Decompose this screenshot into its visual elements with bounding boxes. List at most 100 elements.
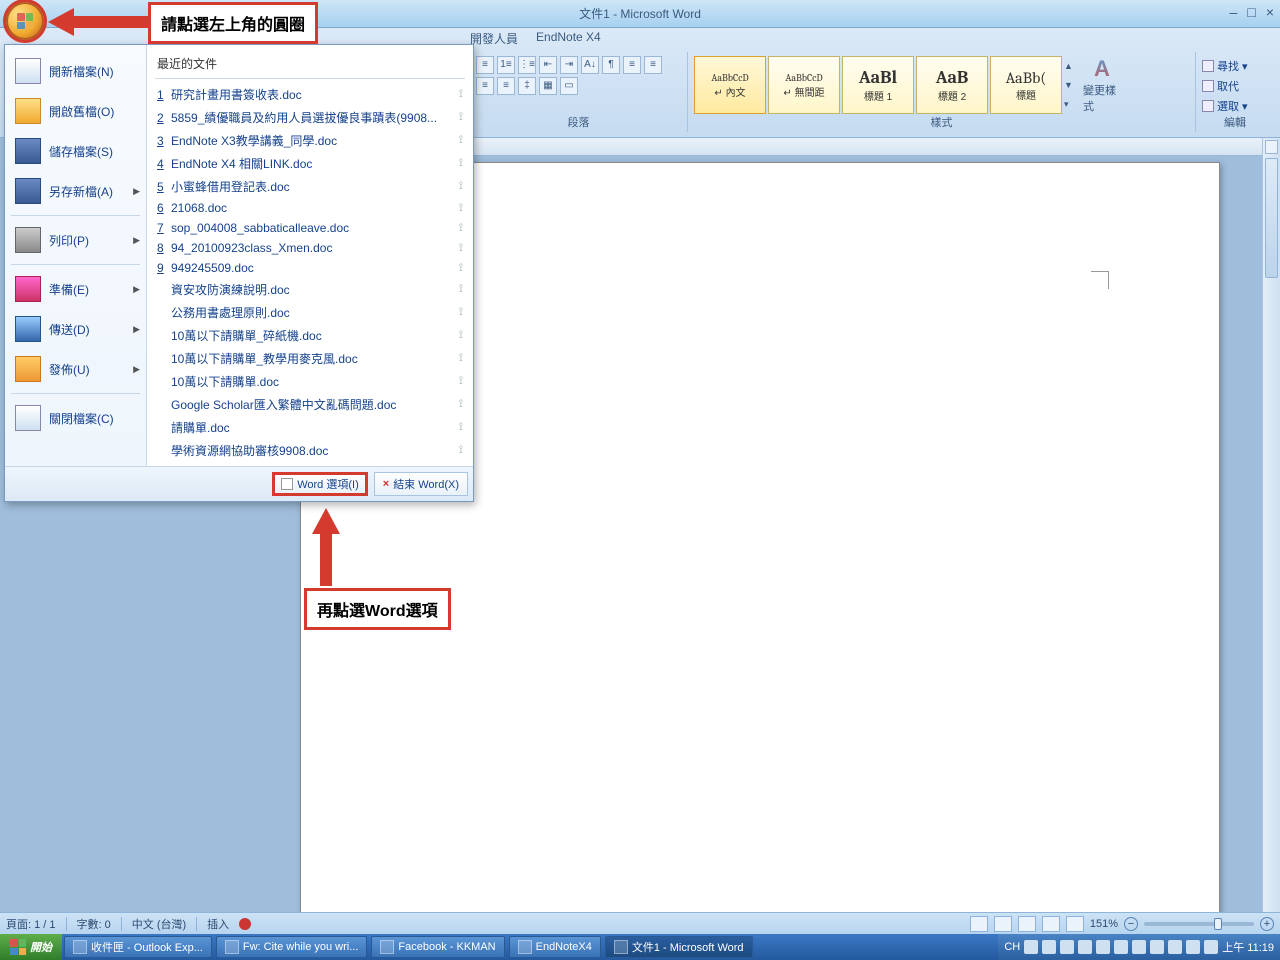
align-right-icon[interactable]: ≡	[476, 77, 494, 95]
menu-prepare[interactable]: 準備(E)▶	[5, 269, 146, 309]
find-button[interactable]: 尋找 ▾	[1202, 58, 1266, 74]
tray-icon[interactable]	[1060, 940, 1074, 954]
menu-new[interactable]: 開新檔案(N)	[5, 51, 146, 91]
style-title[interactable]: AaBb(標題	[990, 56, 1062, 114]
zoom-slider[interactable]	[1144, 922, 1254, 926]
close-button[interactable]: ×	[1266, 4, 1274, 20]
sort-icon[interactable]: A↓	[581, 56, 599, 74]
zoom-out-button[interactable]: −	[1124, 917, 1138, 931]
tray-icon[interactable]	[1024, 940, 1038, 954]
taskbar-word[interactable]: 文件1 - Microsoft Word	[605, 936, 753, 958]
pin-icon[interactable]: ⟟	[459, 444, 463, 457]
select-button[interactable]: 選取 ▾	[1202, 98, 1266, 114]
status-insert-mode[interactable]: 插入	[207, 916, 229, 932]
pin-icon[interactable]: ⟟	[459, 283, 463, 296]
tray-icon[interactable]	[1168, 940, 1182, 954]
restore-button[interactable]: □	[1247, 4, 1255, 20]
status-word-count[interactable]: 字數: 0	[77, 916, 111, 932]
taskbar-browser[interactable]: Facebook - KKMAN	[371, 936, 504, 958]
view-print-layout-icon[interactable]	[970, 916, 988, 932]
recent-document-item[interactable]: 10萬以下請購單_教學用麥克風.doc⟟	[155, 347, 465, 370]
pin-icon[interactable]: ⟟	[459, 398, 463, 411]
replace-button[interactable]: 取代	[1202, 78, 1266, 94]
pin-icon[interactable]: ⟟	[459, 202, 463, 215]
pin-icon[interactable]: ⟟	[459, 88, 463, 101]
pin-icon[interactable]: ⟟	[459, 375, 463, 388]
list-icon[interactable]: ≡	[476, 56, 494, 74]
menu-print[interactable]: 列印(P)▶	[5, 220, 146, 260]
exit-word-button[interactable]: ×結束 Word(X)	[374, 472, 468, 496]
recent-document-item[interactable]: Google Scholar匯入繁體中文亂碼問題.doc⟟	[155, 393, 465, 416]
pin-icon[interactable]: ⟟	[459, 421, 463, 434]
menu-close[interactable]: 關閉檔案(C)	[5, 398, 146, 438]
pin-icon[interactable]: ⟟	[459, 157, 463, 170]
numbered-list-icon[interactable]: 1≡	[497, 56, 515, 74]
styles-up-icon[interactable]: ▲	[1064, 61, 1078, 71]
indent-increase-icon[interactable]: ⇥	[560, 56, 578, 74]
style-normal[interactable]: AaBbCcD↵ 內文	[694, 56, 766, 114]
align-left-icon[interactable]: ≡	[623, 56, 641, 74]
recent-document-item[interactable]: 10萬以下請購單.doc⟟	[155, 370, 465, 393]
styles-down-icon[interactable]: ▼	[1064, 80, 1078, 90]
recent-document-item[interactable]: 5小蜜蜂借用登記表.doc⟟	[155, 175, 465, 198]
pin-icon[interactable]: ⟟	[459, 134, 463, 147]
pin-icon[interactable]: ⟟	[459, 222, 463, 235]
view-draft-icon[interactable]	[1066, 916, 1084, 932]
show-marks-icon[interactable]: ¶	[602, 56, 620, 74]
status-page[interactable]: 頁面: 1 / 1	[6, 916, 56, 932]
style-heading1[interactable]: AaBl標題 1	[842, 56, 914, 114]
zoom-level[interactable]: 151%	[1090, 918, 1118, 930]
recent-document-item[interactable]: 25859_績優職員及約用人員選拔優良事蹟表(9908...⟟	[155, 106, 465, 129]
menu-open[interactable]: 開啟舊檔(O)	[5, 91, 146, 131]
pin-icon[interactable]: ⟟	[459, 262, 463, 275]
status-record-icon[interactable]	[239, 918, 251, 930]
tray-icon[interactable]	[1150, 940, 1164, 954]
menu-publish[interactable]: 發佈(U)▶	[5, 349, 146, 389]
recent-document-item[interactable]: 1研究計畫用書簽收表.doc⟟	[155, 83, 465, 106]
recent-document-item[interactable]: 4EndNote X4 相關LINK.doc⟟	[155, 152, 465, 175]
tray-icon[interactable]	[1042, 940, 1056, 954]
office-button[interactable]	[6, 2, 44, 40]
scrollbar-thumb[interactable]	[1265, 158, 1278, 278]
ime-indicator[interactable]: CH	[1004, 941, 1020, 953]
recent-document-item[interactable]: 9949245509.doc⟟	[155, 258, 465, 278]
tab-developer[interactable]: 開發人員	[470, 30, 518, 47]
style-nospacing[interactable]: AaBbCcD↵ 無間距	[768, 56, 840, 114]
status-language[interactable]: 中文 (台灣)	[132, 916, 186, 932]
tray-icon[interactable]	[1186, 940, 1200, 954]
tray-icon[interactable]	[1114, 940, 1128, 954]
recent-document-item[interactable]: 621068.doc⟟	[155, 198, 465, 218]
pin-icon[interactable]: ⟟	[459, 180, 463, 193]
tray-icon[interactable]	[1204, 940, 1218, 954]
taskbar-mail[interactable]: Fw: Cite while you wri...	[216, 936, 368, 958]
ruler-toggle-icon[interactable]	[1265, 140, 1278, 154]
tab-endnote[interactable]: EndNote X4	[536, 30, 601, 47]
line-spacing-icon[interactable]: ‡	[518, 77, 536, 95]
word-options-button[interactable]: Word 選項(I)	[272, 472, 368, 496]
menu-send[interactable]: 傳送(D)▶	[5, 309, 146, 349]
shading-icon[interactable]: ▦	[539, 77, 557, 95]
recent-document-item[interactable]: 894_20100923class_Xmen.doc⟟	[155, 238, 465, 258]
pin-icon[interactable]: ⟟	[459, 242, 463, 255]
tray-icon[interactable]	[1132, 940, 1146, 954]
menu-save-as[interactable]: 另存新檔(A)▶	[5, 171, 146, 211]
change-styles-button[interactable]: A 變更樣式	[1080, 56, 1124, 114]
tray-icon[interactable]	[1096, 940, 1110, 954]
recent-document-item[interactable]: 7sop_004008_sabbaticalleave.doc⟟	[155, 218, 465, 238]
vertical-scrollbar[interactable]	[1262, 138, 1280, 920]
borders-icon[interactable]: ▭	[560, 77, 578, 95]
tray-icon[interactable]	[1078, 940, 1092, 954]
taskbar-folder[interactable]: EndNoteX4	[509, 936, 601, 958]
recent-document-item[interactable]: 學術資源網協助審核9908.doc⟟	[155, 439, 465, 462]
pin-icon[interactable]: ⟟	[459, 329, 463, 342]
multilevel-list-icon[interactable]: ⋮≡	[518, 56, 536, 74]
view-web-icon[interactable]	[1018, 916, 1036, 932]
view-outline-icon[interactable]	[1042, 916, 1060, 932]
zoom-in-button[interactable]: +	[1260, 917, 1274, 931]
clock[interactable]: 上午 11:19	[1222, 939, 1274, 955]
justify-icon[interactable]: ≡	[497, 77, 515, 95]
start-button[interactable]: 開始	[0, 934, 62, 960]
pin-icon[interactable]: ⟟	[459, 306, 463, 319]
menu-save[interactable]: 儲存檔案(S)	[5, 131, 146, 171]
align-center-icon[interactable]: ≡	[644, 56, 662, 74]
